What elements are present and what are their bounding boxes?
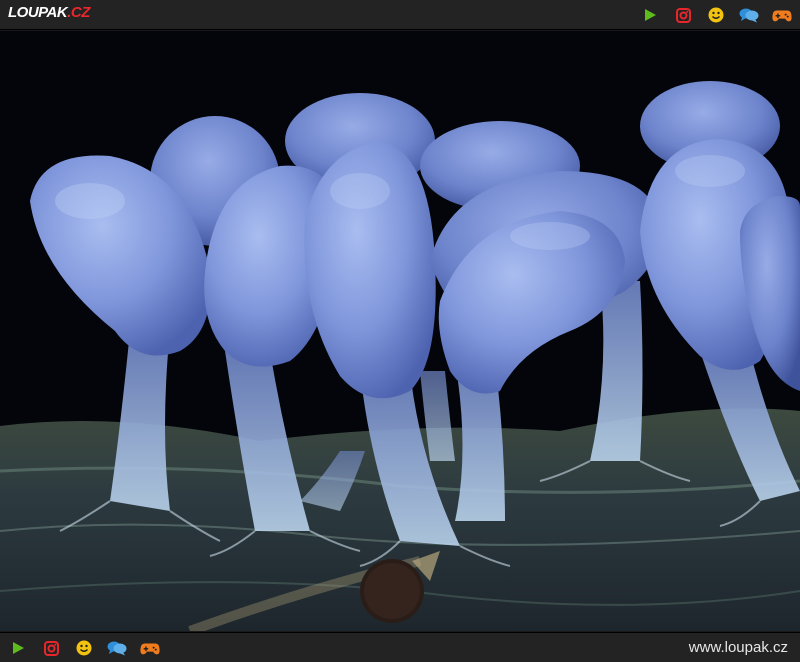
instagram-icon[interactable] [41, 638, 61, 658]
chat-icon[interactable] [107, 638, 127, 658]
play-icon[interactable] [8, 638, 28, 658]
site-logo[interactable]: LOUPAK .CZ [8, 4, 90, 21]
site-url-link[interactable]: www.loupak.cz [689, 639, 788, 656]
bottom-icon-group [8, 638, 173, 658]
gamepad-icon[interactable] [772, 5, 792, 25]
top-bar: LOUPAK .CZ [0, 0, 800, 30]
bottom-bar: www.loupak.cz [0, 632, 800, 662]
logo-tld-text: .CZ [67, 4, 90, 21]
photo-illustration [0, 31, 800, 631]
top-icon-group [640, 5, 792, 25]
slime-mold-photo [0, 31, 800, 631]
play-icon[interactable] [640, 5, 660, 25]
instagram-icon[interactable] [673, 5, 693, 25]
smiley-icon[interactable] [706, 5, 726, 25]
smiley-icon[interactable] [74, 638, 94, 658]
gamepad-icon[interactable] [140, 638, 160, 658]
chat-icon[interactable] [739, 5, 759, 25]
logo-main-text: LOUPAK [8, 4, 68, 21]
